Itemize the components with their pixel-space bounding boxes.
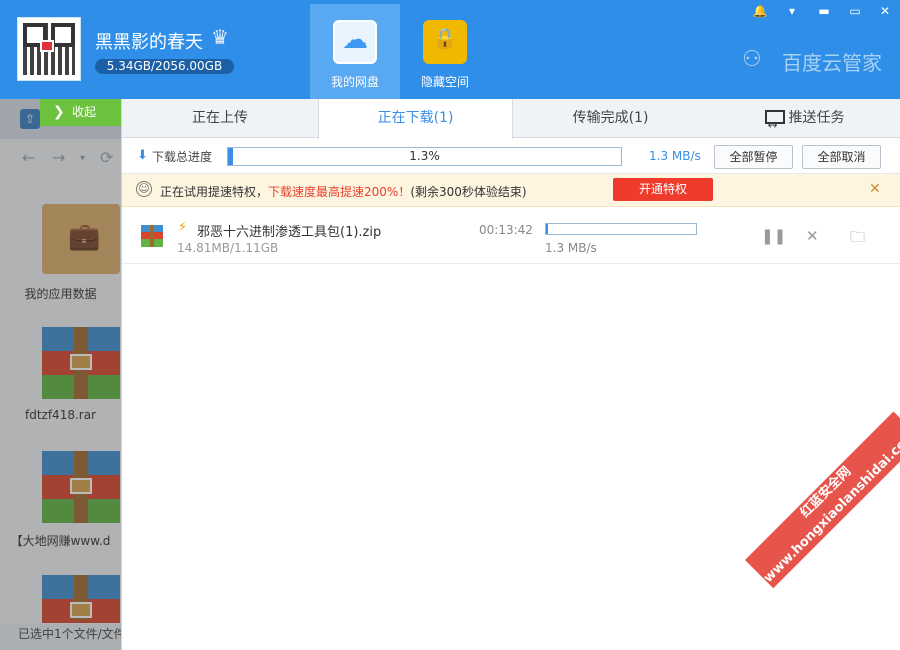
transfer-tabs: 正在上传 正在下载(1) 传输完成(1) 推送任务 <box>122 99 900 145</box>
progress-percent: 1.3% <box>409 149 440 163</box>
avatar[interactable] <box>17 17 81 81</box>
cloud-icon <box>333 20 377 64</box>
chevron-right-icon: ❯ <box>53 104 65 120</box>
tab-my-disk[interactable]: 我的网盘 <box>310 4 400 99</box>
task-file-name: 邪恶十六进制渗透工具包(1).zip <box>197 225 382 240</box>
progress-fill <box>546 224 548 234</box>
total-progress-bar: 1.3% <box>227 147 622 166</box>
total-progress-label: 下载总进度 <box>152 150 213 164</box>
brand-name: 百度云管家 <box>782 51 882 75</box>
collapse-button[interactable]: ❯ 收起 <box>40 99 121 126</box>
maximize-icon[interactable]: ▭ <box>840 0 870 22</box>
username[interactable]: 黑黑影的春天 <box>95 28 203 54</box>
close-icon[interactable]: ✕ <box>870 0 900 22</box>
download-arrow-icon: ⬇ <box>137 148 148 163</box>
tab-push-tasks[interactable]: 推送任务 <box>708 99 900 145</box>
promo-text-b: (剩余300秒体验结束) <box>410 185 527 199</box>
speedup-bolt-icon: ⚡ <box>178 220 188 235</box>
promo-highlight: 下载速度最高提速200%！ <box>268 185 411 199</box>
bell-icon[interactable]: 🔔 <box>745 0 775 22</box>
task-size: 14.81MB/1.11GB <box>177 241 279 255</box>
promo-text-a: 正在试用提速特权， <box>160 185 269 199</box>
task-progress-bar <box>545 223 697 235</box>
tab-downloading[interactable]: 正在下载(1) <box>318 99 513 139</box>
tab-completed[interactable]: 传输完成(1) <box>513 99 708 138</box>
tab-uploading[interactable]: 正在上传 <box>122 99 318 138</box>
cancel-all-button[interactable]: 全部取消 <box>802 145 881 169</box>
open-folder-icon[interactable]: 🗀 <box>850 227 865 252</box>
activate-privilege-button[interactable]: 开通特权 <box>613 178 713 201</box>
task-speed: 1.3 MB/s <box>545 241 597 255</box>
total-progress-row: ⬇ 下载总进度 1.3% 1.3 MB/s 全部暂停 全部取消 <box>122 138 900 174</box>
task-time-left: 00:13:42 <box>479 223 533 237</box>
menu-icon[interactable]: ▾ <box>777 0 807 22</box>
tab-hidden-space[interactable]: 隐藏空间 <box>400 4 490 99</box>
download-task-row[interactable]: ⚡ 邪恶十六进制渗透工具包(1).zip 14.81MB/1.11GB 00:1… <box>122 207 900 264</box>
close-icon[interactable]: ✕ <box>869 181 881 197</box>
quota-badge: 5.34GB/2056.00GB <box>95 59 234 74</box>
minimize-icon[interactable]: ▬ <box>809 0 839 22</box>
cancel-icon[interactable]: ✕ <box>806 227 819 245</box>
pause-all-button[interactable]: 全部暂停 <box>714 145 793 169</box>
push-task-icon <box>764 106 785 145</box>
pause-icon[interactable]: ❚❚ <box>761 227 786 245</box>
top-bar: 黑黑影的春天 ♛ 5.34GB/2056.00GB 我的网盘 隐藏空间 🔔 ▾ … <box>0 0 900 99</box>
tab-label: 我的网盘 <box>330 75 379 89</box>
tab-label: 推送任务 <box>788 110 845 126</box>
speedup-promo-bar: ☺ 正在试用提速特权，下载速度最高提速200%！(剩余300秒体验结束) 开通特… <box>122 174 900 207</box>
modal-overlay <box>0 99 121 650</box>
crown-icon[interactable]: ♛ <box>211 25 229 49</box>
qr-logo-icon <box>40 40 54 52</box>
promo-text: 正在试用提速特权，下载速度最高提速200%！(剩余300秒体验结束) <box>160 183 527 200</box>
tab-label: 隐藏空间 <box>420 75 469 89</box>
zip-archive-icon <box>141 225 163 247</box>
collapse-label: 收起 <box>72 105 97 119</box>
baidu-cloud-logo-icon: ⚇ <box>742 47 762 72</box>
total-speed: 1.3 MB/s <box>649 149 701 163</box>
lock-icon <box>423 20 467 64</box>
smiley-icon: ☺ <box>136 181 152 197</box>
